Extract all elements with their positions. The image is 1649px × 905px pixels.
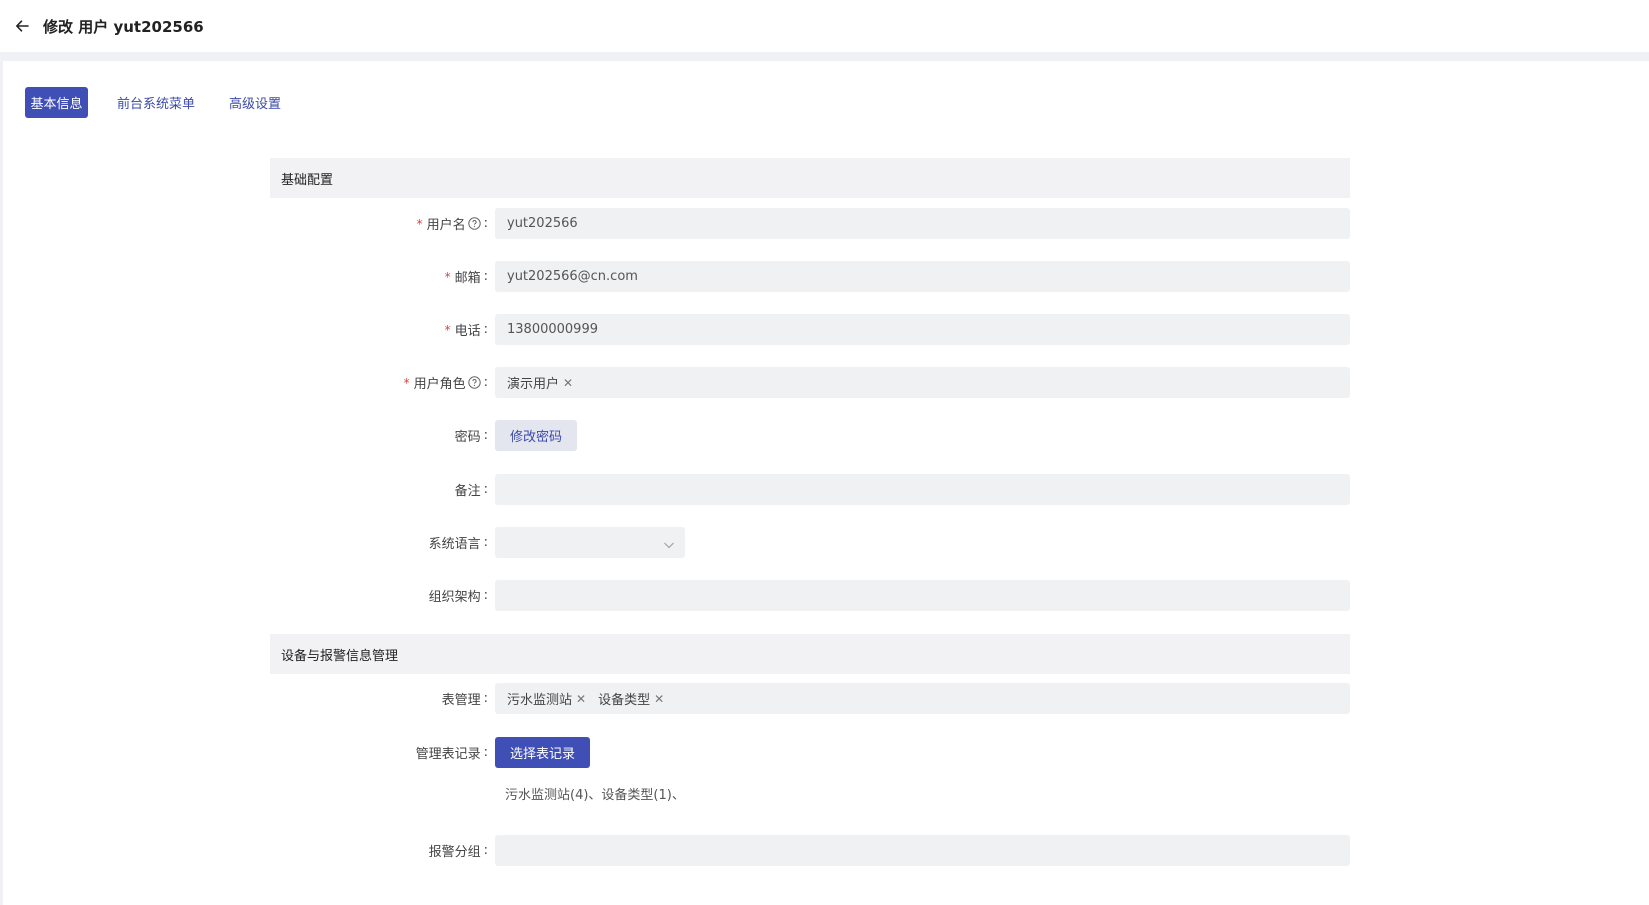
roles-label-text: 用户角色 (413, 377, 466, 392)
tab-frontend-menu[interactable]: 前台系统菜单 (112, 87, 200, 118)
section-basic-config: 基础配置 (270, 158, 1350, 198)
language-label: 系统语言 : (428, 535, 488, 552)
records-label-text: 管理表记录 (415, 747, 481, 762)
email-label: * 邮箱 : (444, 269, 488, 286)
tab-advanced-settings[interactable]: 高级设置 (224, 87, 286, 118)
remark-input[interactable] (495, 474, 1350, 505)
org-label: 组织架构 : (428, 588, 488, 605)
password-row: 密码 : 修改密码 (270, 420, 1350, 451)
close-icon[interactable]: ✕ (563, 376, 573, 390)
alarm-group-input[interactable] (495, 835, 1350, 866)
alarm-group-row: 报警分组 : (270, 835, 1350, 866)
required-mark: * (444, 322, 451, 337)
records-row: 管理表记录 : 选择表记录 (270, 737, 1350, 768)
required-mark: * (444, 269, 451, 284)
tab-bar: 基本信息 前台系统菜单 高级设置 (25, 87, 286, 118)
change-password-button[interactable]: 修改密码 (495, 420, 577, 451)
org-row: 组织架构 : (270, 580, 1350, 611)
tables-row: 表管理 : 污水监测站 ✕ 设备类型 ✕ (270, 683, 1350, 714)
remark-label-text: 备注 (454, 484, 481, 499)
required-mark: * (416, 216, 423, 231)
org-label-text: 组织架构 (428, 590, 481, 605)
close-icon[interactable]: ✕ (576, 692, 586, 706)
table-tag-label: 设备类型 (598, 693, 651, 708)
email-row: * 邮箱 : yut202566@cn.com (270, 261, 1350, 292)
phone-row: * 电话 : 13800000999 (270, 314, 1350, 345)
table-tag: 设备类型 ✕ (598, 689, 664, 709)
tables-label-text: 表管理 (441, 693, 481, 708)
top-bar: 修改 用户 yut202566 (0, 0, 1649, 52)
back-arrow-icon[interactable] (12, 16, 32, 36)
page-title: 修改 用户 yut202566 (43, 17, 204, 36)
remark-row: 备注 : (270, 474, 1350, 505)
close-icon[interactable]: ✕ (654, 692, 664, 706)
password-label: 密码 : (454, 428, 488, 445)
language-row: 系统语言 : (270, 527, 1350, 558)
username-input[interactable]: yut202566 (495, 208, 1350, 239)
password-label-text: 密码 (454, 430, 481, 445)
select-records-button[interactable]: 选择表记录 (495, 737, 590, 768)
main-content: 基本信息 前台系统菜单 高级设置 基础配置 * 用户名 : yut202566 … (3, 61, 1649, 905)
tab-basic-info[interactable]: 基本信息 (25, 87, 88, 118)
required-mark: * (403, 375, 410, 390)
phone-label-text: 电话 (454, 324, 481, 339)
help-icon[interactable] (467, 217, 481, 230)
phone-input[interactable]: 13800000999 (495, 314, 1350, 345)
remark-label: 备注 : (454, 482, 488, 499)
roles-row: * 用户角色 : 演示用户 ✕ (270, 367, 1350, 398)
roles-select[interactable]: 演示用户 ✕ (495, 367, 1350, 398)
role-tag-label: 演示用户 (507, 377, 560, 392)
section-device-alarm: 设备与报警信息管理 (270, 634, 1350, 674)
email-input[interactable]: yut202566@cn.com (495, 261, 1350, 292)
language-label-text: 系统语言 (428, 537, 481, 552)
username-label-text: 用户名 (426, 218, 466, 233)
records-summary: 污水监测站(4)、设备类型(1)、 (505, 788, 685, 803)
roles-label: * 用户角色 : (403, 375, 488, 392)
alarm-group-label-text: 报警分组 (428, 845, 481, 860)
tables-label: 表管理 : (441, 691, 488, 708)
org-input[interactable] (495, 580, 1350, 611)
role-tag: 演示用户 ✕ (507, 373, 573, 393)
table-tag: 污水监测站 ✕ (507, 689, 586, 709)
help-icon[interactable] (467, 376, 481, 389)
section-title: 基础配置 (281, 172, 334, 188)
language-select[interactable] (495, 527, 685, 558)
username-label: * 用户名 : (416, 216, 488, 233)
email-label-text: 邮箱 (454, 271, 481, 286)
alarm-group-label: 报警分组 : (428, 843, 488, 860)
table-tag-label: 污水监测站 (507, 693, 573, 708)
section-title: 设备与报警信息管理 (281, 648, 399, 664)
username-row: * 用户名 : yut202566 (270, 208, 1350, 239)
tables-select[interactable]: 污水监测站 ✕ 设备类型 ✕ (495, 683, 1350, 714)
phone-label: * 电话 : (444, 322, 488, 339)
records-label: 管理表记录 : (415, 745, 488, 762)
chevron-down-icon (663, 536, 675, 549)
